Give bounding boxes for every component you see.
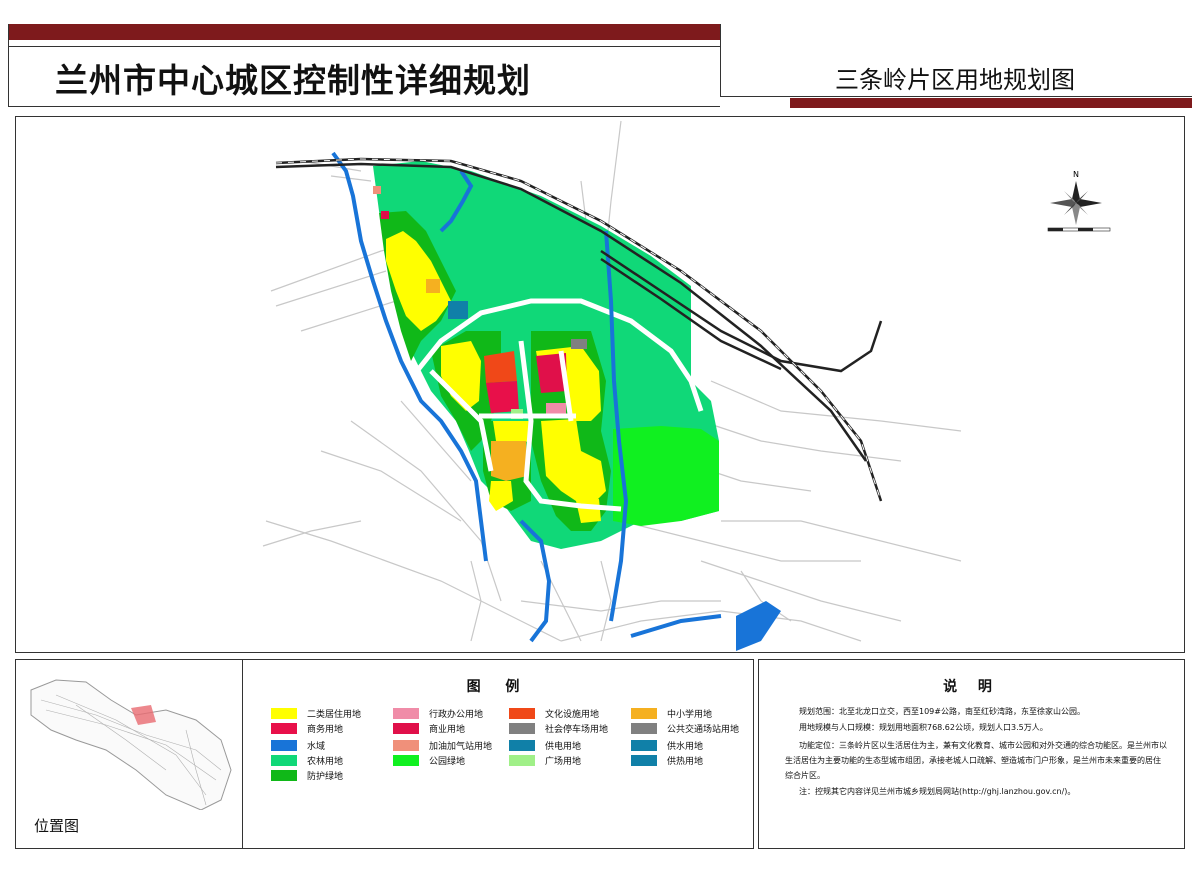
legend-swatch (509, 707, 535, 719)
legend-swatch (631, 707, 657, 719)
svg-text:N: N (1073, 170, 1079, 179)
commercial-edge (381, 211, 389, 219)
legend-label: 防护绿地 (307, 771, 344, 782)
legend-item: 商务用地 (271, 722, 344, 735)
legend-item: 公园绿地 (393, 754, 466, 767)
legend-item: 文化设施用地 (509, 707, 600, 720)
legend-label: 公园绿地 (429, 756, 466, 767)
legend-item: 广场用地 (509, 754, 582, 767)
legend-item: 供电用地 (509, 739, 582, 752)
legend-label: 二类居住用地 (307, 709, 362, 720)
note-scale: 用地规模与人口规模：规划用地面积768.62公顷，规划人口3.5万人。 (799, 723, 1048, 732)
legend-swatch (631, 739, 657, 751)
legend-swatch (271, 722, 297, 734)
legend-label: 行政办公用地 (429, 709, 484, 720)
legend-item: 防护绿地 (271, 769, 344, 782)
legend-item: 农林用地 (271, 754, 344, 767)
legend-item: 公共交通场站用地 (631, 722, 740, 735)
legend-label: 商业用地 (429, 724, 466, 735)
power-supply (448, 301, 468, 319)
gas-station (373, 186, 381, 194)
legend-label: 供热用地 (667, 756, 704, 767)
legend-swatch (271, 739, 297, 751)
header-rule-left (8, 46, 720, 47)
admin-office (546, 403, 566, 415)
legend-item: 二类居住用地 (271, 707, 362, 720)
legend-swatch (509, 722, 535, 734)
legend-item: 供水用地 (631, 739, 704, 752)
business-core (486, 381, 519, 413)
legend-swatch (509, 739, 535, 751)
main-title: 兰州市中心城区控制性详细规划 (55, 61, 531, 100)
legend-label: 社会停车场用地 (545, 724, 609, 735)
legend-item: 社会停车场用地 (509, 722, 609, 735)
legend-item: 供热用地 (631, 754, 704, 767)
sub-title: 三条岭片区用地规划图 (835, 66, 1075, 94)
legend-item: 水域 (271, 739, 326, 752)
legend-swatch (509, 754, 535, 766)
map-panel[interactable]: N (15, 116, 1185, 653)
header-bottom-rule (8, 106, 720, 107)
parking-lot (571, 339, 587, 349)
legend-label: 加油加气站用地 (429, 741, 493, 752)
legend-label: 水域 (307, 741, 326, 752)
land-use-map[interactable]: N (16, 117, 1184, 652)
legend-swatch (393, 754, 419, 766)
legend-swatch (271, 707, 297, 719)
water-body (736, 601, 781, 651)
legend-label: 中小学用地 (667, 709, 713, 720)
legend-label: 广场用地 (545, 756, 582, 767)
header-left-edge (8, 24, 9, 106)
location-panel: 位置图 (15, 659, 243, 849)
legend-item: 商业用地 (393, 722, 466, 735)
legend-item: 行政办公用地 (393, 707, 484, 720)
legend-swatch (393, 739, 419, 751)
legend-label: 供水用地 (667, 741, 704, 752)
legend-label: 商务用地 (307, 724, 344, 735)
location-thumbnail (30, 679, 232, 811)
legend-item: 中小学用地 (631, 707, 713, 720)
note-function: 功能定位：三条岭片区以生活居住为主，兼有文化教育、城市公园和对外交通的综合功能区… (785, 741, 1167, 780)
north-arrow-icon: N (1047, 170, 1111, 232)
legend-swatch (393, 722, 419, 734)
legend-swatch (631, 722, 657, 734)
legend-title: 图 例 (466, 679, 530, 695)
header-rule-right (720, 96, 1192, 97)
notes-panel: 说 明 规划范围：北至北龙口立交，西至109#公路，南至红砂湾路，东至徐家山公园… (758, 659, 1185, 849)
culture-facility (484, 351, 517, 383)
note-scope: 规划范围：北至北龙口立交，西至109#公路，南至红砂湾路，东至徐家山公园。 (799, 707, 1085, 716)
header-bar-bottom (790, 98, 1192, 108)
legend-label: 公共交通场站用地 (667, 724, 740, 735)
legend-panel: 图 例 二类居住用地 行政办公用地 文化设施用地 中小学用地商务用地 商业用地 社会停车场… (242, 659, 754, 849)
notes-title: 说 明 (943, 679, 1000, 695)
header-divider (720, 24, 721, 96)
park-green-east (613, 426, 719, 526)
legend-swatch (393, 707, 419, 719)
legend-swatch (271, 769, 297, 781)
legend-item: 加油加气站用地 (393, 739, 493, 752)
header-bar-top (8, 24, 720, 40)
legend-swatch (271, 754, 297, 766)
school-site-north (426, 279, 440, 293)
note-remark: 注：控规其它内容详见兰州市城乡规划局网站(http://ghj.lanzhou.… (799, 787, 1076, 796)
location-label: 位置图 (34, 817, 80, 835)
legend-label: 农林用地 (307, 756, 344, 767)
legend-swatch (631, 754, 657, 766)
legend-label: 文化设施用地 (545, 709, 600, 720)
school-site (491, 441, 527, 481)
legend-label: 供电用地 (545, 741, 582, 752)
